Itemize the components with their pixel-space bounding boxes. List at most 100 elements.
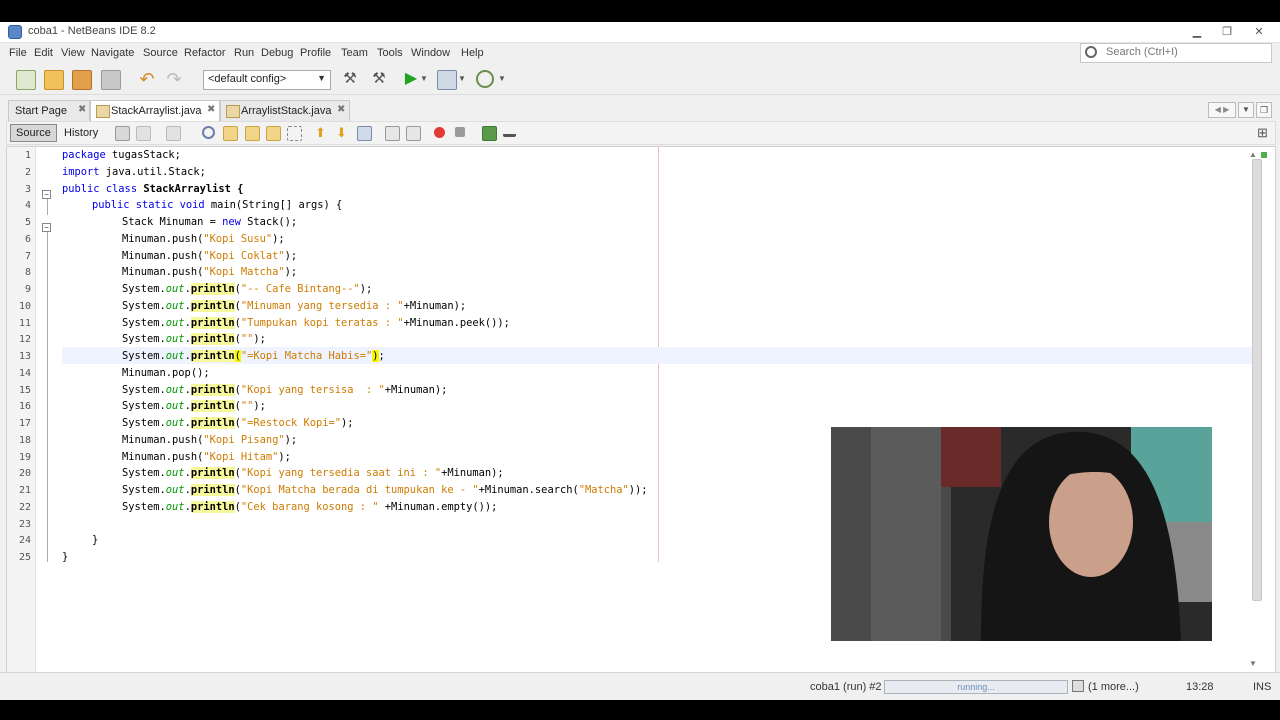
webcam-video-frame [831, 427, 1212, 641]
line-number: 12 [18, 334, 31, 345]
tab-list-dropdown[interactable]: ▼ [1238, 102, 1254, 118]
line-number: 4 [24, 200, 31, 211]
redo-icon[interactable]: ↷ [165, 70, 183, 88]
code-line-21: System.out.println("Kopi Matcha berada d… [122, 484, 648, 496]
scroll-up-arrow[interactable]: ▲ [1249, 150, 1257, 159]
netbeans-window: coba1 - NetBeans IDE 8.2 ▁ ❐ ✕ File Edit… [0, 22, 1280, 700]
shift-left-icon[interactable] [385, 126, 400, 141]
cancel-task-icon[interactable] [1072, 680, 1084, 692]
stop-macro-recording-icon[interactable] [455, 127, 465, 137]
menu-view[interactable]: View [61, 47, 85, 59]
menu-window[interactable]: Window [411, 47, 450, 59]
code-line-22: System.out.println("Cek barang kosong : … [122, 501, 498, 513]
line-number: 8 [24, 267, 31, 278]
run-dropdown-icon[interactable]: ▼ [420, 70, 428, 88]
search-placeholder: Search (Ctrl+I) [1106, 46, 1178, 58]
previous-bookmark-icon[interactable]: ⬆ [315, 126, 328, 139]
new-file-icon[interactable] [16, 70, 36, 90]
profile-project-icon[interactable] [476, 70, 494, 88]
menu-help[interactable]: Help [461, 47, 484, 59]
config-select[interactable]: <default config> ▼ [203, 70, 331, 90]
tab-scroll-arrows[interactable]: ◀ ▶ [1208, 102, 1236, 118]
open-project-icon[interactable] [72, 70, 92, 90]
run-progress-bar: running... [884, 680, 1068, 694]
line-number-gutter: 1 2 3 4 5 6 7 8 9 10 11 12 13 14 15 16 1… [7, 147, 36, 675]
code-line-9: System.out.println("-- Cafe Bintang--"); [122, 283, 373, 295]
code-line-11: System.out.println("Tumpukan kopi terata… [122, 317, 510, 329]
editor-tab-bar: Start Page ✖ StackArraylist.java ✖ Array… [0, 100, 1280, 121]
line-number: 23 [18, 519, 31, 530]
menu-team[interactable]: Team [341, 47, 368, 59]
toggle-bookmark-icon[interactable] [357, 126, 372, 141]
menu-profile[interactable]: Profile [300, 47, 331, 59]
line-number: 2 [24, 167, 31, 178]
forward-icon[interactable] [166, 126, 181, 141]
minimize-button[interactable]: ▁ [1184, 25, 1210, 39]
menu-file[interactable]: File [9, 47, 27, 59]
close-tab-icon[interactable]: ✖ [78, 104, 86, 115]
fold-guide [47, 199, 48, 215]
debug-dropdown-icon[interactable]: ▼ [458, 70, 466, 88]
line-number: 13 [18, 351, 31, 362]
new-project-icon[interactable] [44, 70, 64, 90]
menu-refactor[interactable]: Refactor [184, 47, 226, 59]
comment-icon[interactable] [482, 126, 497, 141]
tab-label: Start Page [15, 105, 67, 117]
find-selection-icon[interactable] [266, 126, 281, 141]
last-edit-icon[interactable] [115, 126, 130, 141]
progress-text: running... [957, 682, 995, 692]
close-window-button[interactable]: ✕ [1246, 25, 1272, 39]
next-bookmark-icon[interactable]: ⬇ [336, 126, 349, 139]
menu-debug[interactable]: Debug [261, 47, 293, 59]
menu-tools[interactable]: Tools [377, 47, 403, 59]
caret-position: 13:28 [1186, 681, 1214, 693]
menu-navigate[interactable]: Navigate [91, 47, 134, 59]
line-number: 1 [24, 150, 31, 161]
code-line-12: System.out.println(""); [122, 333, 266, 345]
find-previous-icon[interactable] [223, 126, 238, 141]
maximize-editor-icon[interactable]: ❐ [1256, 102, 1272, 118]
search-input[interactable]: Search (Ctrl+I) [1080, 43, 1272, 63]
save-all-icon[interactable] [101, 70, 121, 90]
code-line-8: Minuman.push("Kopi Matcha"); [122, 266, 298, 278]
split-view-icon[interactable]: ⊞ [1257, 125, 1268, 141]
debug-project-icon[interactable] [437, 70, 457, 90]
fold-guide [47, 232, 48, 562]
find-icon[interactable] [202, 126, 215, 139]
clean-build-icon[interactable]: ⚒ [370, 70, 388, 88]
line-number: 11 [18, 318, 31, 329]
maximize-button[interactable]: ❐ [1214, 25, 1240, 39]
line-number: 18 [18, 435, 31, 446]
find-next-icon[interactable] [245, 126, 260, 141]
tab-stackarraylist[interactable]: StackArraylist.java ✖ [90, 100, 220, 121]
shift-right-icon[interactable] [406, 126, 421, 141]
source-view-button[interactable]: Source [10, 124, 57, 142]
more-tasks-link[interactable]: (1 more...) [1088, 681, 1139, 693]
profile-dropdown-icon[interactable]: ▼ [498, 70, 506, 88]
window-title: coba1 - NetBeans IDE 8.2 [28, 25, 156, 37]
tab-start-page[interactable]: Start Page ✖ [8, 100, 90, 121]
build-hammer-icon[interactable]: ⚒ [341, 70, 359, 88]
menu-run[interactable]: Run [234, 47, 254, 59]
uncomment-icon[interactable] [503, 126, 516, 137]
line-number: 19 [18, 452, 31, 463]
code-line-3: public class StackArraylist { [62, 183, 244, 195]
fold-toggle-icon[interactable]: − [42, 223, 51, 232]
fold-toggle-icon[interactable]: − [42, 190, 51, 199]
close-tab-icon[interactable]: ✖ [337, 104, 345, 115]
menu-edit[interactable]: Edit [34, 47, 53, 59]
code-line-17: System.out.println("=Restock Kopi="); [122, 417, 354, 429]
toggle-highlight-icon[interactable] [287, 126, 302, 141]
start-macro-recording-icon[interactable] [434, 127, 445, 138]
vertical-scrollbar-thumb[interactable] [1252, 159, 1262, 601]
close-tab-icon[interactable]: ✖ [207, 104, 215, 115]
code-line-5: Stack Minuman = new Stack(); [122, 216, 298, 228]
undo-icon[interactable]: ↶ [138, 70, 156, 88]
tab-arrayliststack[interactable]: ArraylistStack.java ✖ [220, 100, 350, 121]
run-project-icon[interactable]: ▶ [402, 70, 420, 88]
scroll-down-arrow[interactable]: ▼ [1249, 659, 1257, 668]
history-view-button[interactable]: History [58, 124, 104, 142]
back-icon[interactable] [136, 126, 151, 141]
main-toolbar: ↶ ↷ <default config> ▼ ⚒ ⚒ ▶ ▼ ▼ ▼ [0, 64, 1280, 95]
menu-source[interactable]: Source [143, 47, 178, 59]
